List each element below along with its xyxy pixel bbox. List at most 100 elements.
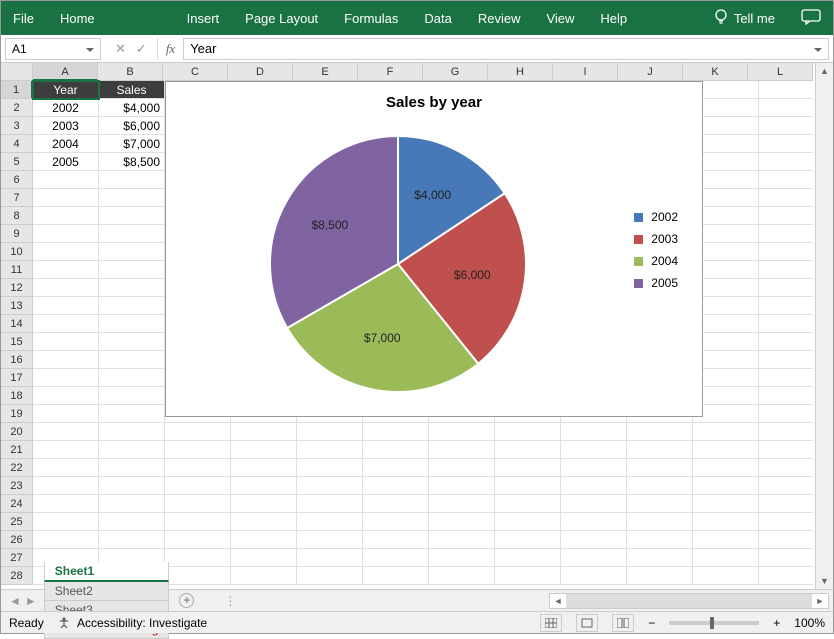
cell-A26[interactable]	[33, 531, 99, 549]
cell-J28[interactable]	[627, 567, 693, 585]
cell-G28[interactable]	[429, 567, 495, 585]
cell-L4[interactable]	[759, 135, 813, 153]
row-header-22[interactable]: 22	[1, 459, 33, 477]
cell-A4[interactable]: 2004	[33, 135, 99, 153]
ribbon-tab-review[interactable]: Review	[478, 11, 521, 26]
cell-D26[interactable]	[231, 531, 297, 549]
formula-cancel-icon[interactable]: ✕	[115, 41, 126, 57]
cell-C21[interactable]	[165, 441, 231, 459]
cell-L5[interactable]	[759, 153, 813, 171]
cell-L14[interactable]	[759, 315, 813, 333]
cell-B3[interactable]: $6,000	[99, 117, 165, 135]
cell-E27[interactable]	[297, 549, 363, 567]
cell-L20[interactable]	[759, 423, 813, 441]
cell-A22[interactable]	[33, 459, 99, 477]
cell-G24[interactable]	[429, 495, 495, 513]
ribbon-tab-file[interactable]: File	[13, 11, 34, 26]
cell-G23[interactable]	[429, 477, 495, 495]
cell-L8[interactable]	[759, 207, 813, 225]
cell-L18[interactable]	[759, 387, 813, 405]
sheet-tab-sheet1[interactable]: Sheet1	[44, 562, 170, 582]
cell-K25[interactable]	[693, 513, 759, 531]
cell-D27[interactable]	[231, 549, 297, 567]
row-header-8[interactable]: 8	[1, 207, 33, 225]
row-header-14[interactable]: 14	[1, 315, 33, 333]
cell-L27[interactable]	[759, 549, 813, 567]
cell-A9[interactable]	[33, 225, 99, 243]
cell-A19[interactable]	[33, 405, 99, 423]
zoom-slider[interactable]	[669, 621, 759, 625]
cell-B16[interactable]	[99, 351, 165, 369]
ribbon-tab-pagelayout[interactable]: Page Layout	[245, 11, 318, 26]
cell-B9[interactable]	[99, 225, 165, 243]
view-pagebreak-button[interactable]	[612, 614, 634, 632]
chart-title[interactable]: Sales by year	[166, 94, 702, 111]
cell-F24[interactable]	[363, 495, 429, 513]
cell-H21[interactable]	[495, 441, 561, 459]
cell-B11[interactable]	[99, 261, 165, 279]
cell-H25[interactable]	[495, 513, 561, 531]
cell-D24[interactable]	[231, 495, 297, 513]
col-header-F[interactable]: F	[358, 63, 423, 81]
cell-H23[interactable]	[495, 477, 561, 495]
cell-B2[interactable]: $4,000	[99, 99, 165, 117]
cell-B19[interactable]	[99, 405, 165, 423]
zoom-out-button[interactable]: −	[648, 616, 655, 630]
cell-A5[interactable]: 2005	[33, 153, 99, 171]
cell-B22[interactable]	[99, 459, 165, 477]
cell-I23[interactable]	[561, 477, 627, 495]
cell-H28[interactable]	[495, 567, 561, 585]
ribbon-tab-view[interactable]: View	[546, 11, 574, 26]
cell-L3[interactable]	[759, 117, 813, 135]
row-header-4[interactable]: 4	[1, 135, 33, 153]
cell-H24[interactable]	[495, 495, 561, 513]
cell-K20[interactable]	[693, 423, 759, 441]
cell-H20[interactable]	[495, 423, 561, 441]
cell-L21[interactable]	[759, 441, 813, 459]
col-header-I[interactable]: I	[553, 63, 618, 81]
ribbon-tab-help[interactable]: Help	[600, 11, 627, 26]
cell-F26[interactable]	[363, 531, 429, 549]
ribbon-tab-home[interactable]: Home	[60, 11, 95, 26]
cell-C26[interactable]	[165, 531, 231, 549]
cell-J27[interactable]	[627, 549, 693, 567]
cell-F20[interactable]	[363, 423, 429, 441]
cell-L16[interactable]	[759, 351, 813, 369]
row-header-16[interactable]: 16	[1, 351, 33, 369]
col-header-A[interactable]: A	[33, 63, 98, 81]
cell-J26[interactable]	[627, 531, 693, 549]
cell-L2[interactable]	[759, 99, 813, 117]
cell-F21[interactable]	[363, 441, 429, 459]
cell-L23[interactable]	[759, 477, 813, 495]
cell-A21[interactable]	[33, 441, 99, 459]
col-header-G[interactable]: G	[423, 63, 488, 81]
cell-B1[interactable]: Sales	[99, 81, 165, 99]
zoom-level[interactable]: 100%	[794, 616, 825, 630]
cell-C28[interactable]	[165, 567, 231, 585]
cell-G27[interactable]	[429, 549, 495, 567]
sheet-tab-sheet2[interactable]: Sheet2	[44, 582, 170, 601]
sheet-nav-next-icon[interactable]: ►	[25, 594, 37, 608]
cell-D28[interactable]	[231, 567, 297, 585]
sheet-nav-prev-icon[interactable]: ◄	[9, 594, 21, 608]
cell-C20[interactable]	[165, 423, 231, 441]
row-header-1[interactable]: 1	[1, 81, 33, 99]
cell-B26[interactable]	[99, 531, 165, 549]
cell-B7[interactable]	[99, 189, 165, 207]
tell-me[interactable]: Tell me	[714, 9, 775, 28]
cell-E28[interactable]	[297, 567, 363, 585]
cell-J21[interactable]	[627, 441, 693, 459]
cell-L7[interactable]	[759, 189, 813, 207]
cell-F23[interactable]	[363, 477, 429, 495]
cell-K24[interactable]	[693, 495, 759, 513]
cell-A8[interactable]	[33, 207, 99, 225]
fx-icon[interactable]: fx	[166, 41, 175, 57]
cell-A10[interactable]	[33, 243, 99, 261]
cell-I22[interactable]	[561, 459, 627, 477]
row-header-15[interactable]: 15	[1, 333, 33, 351]
scroll-down-icon[interactable]: ▼	[816, 573, 833, 589]
cell-A3[interactable]: 2003	[33, 117, 99, 135]
cell-C23[interactable]	[165, 477, 231, 495]
cell-B13[interactable]	[99, 297, 165, 315]
cell-G25[interactable]	[429, 513, 495, 531]
